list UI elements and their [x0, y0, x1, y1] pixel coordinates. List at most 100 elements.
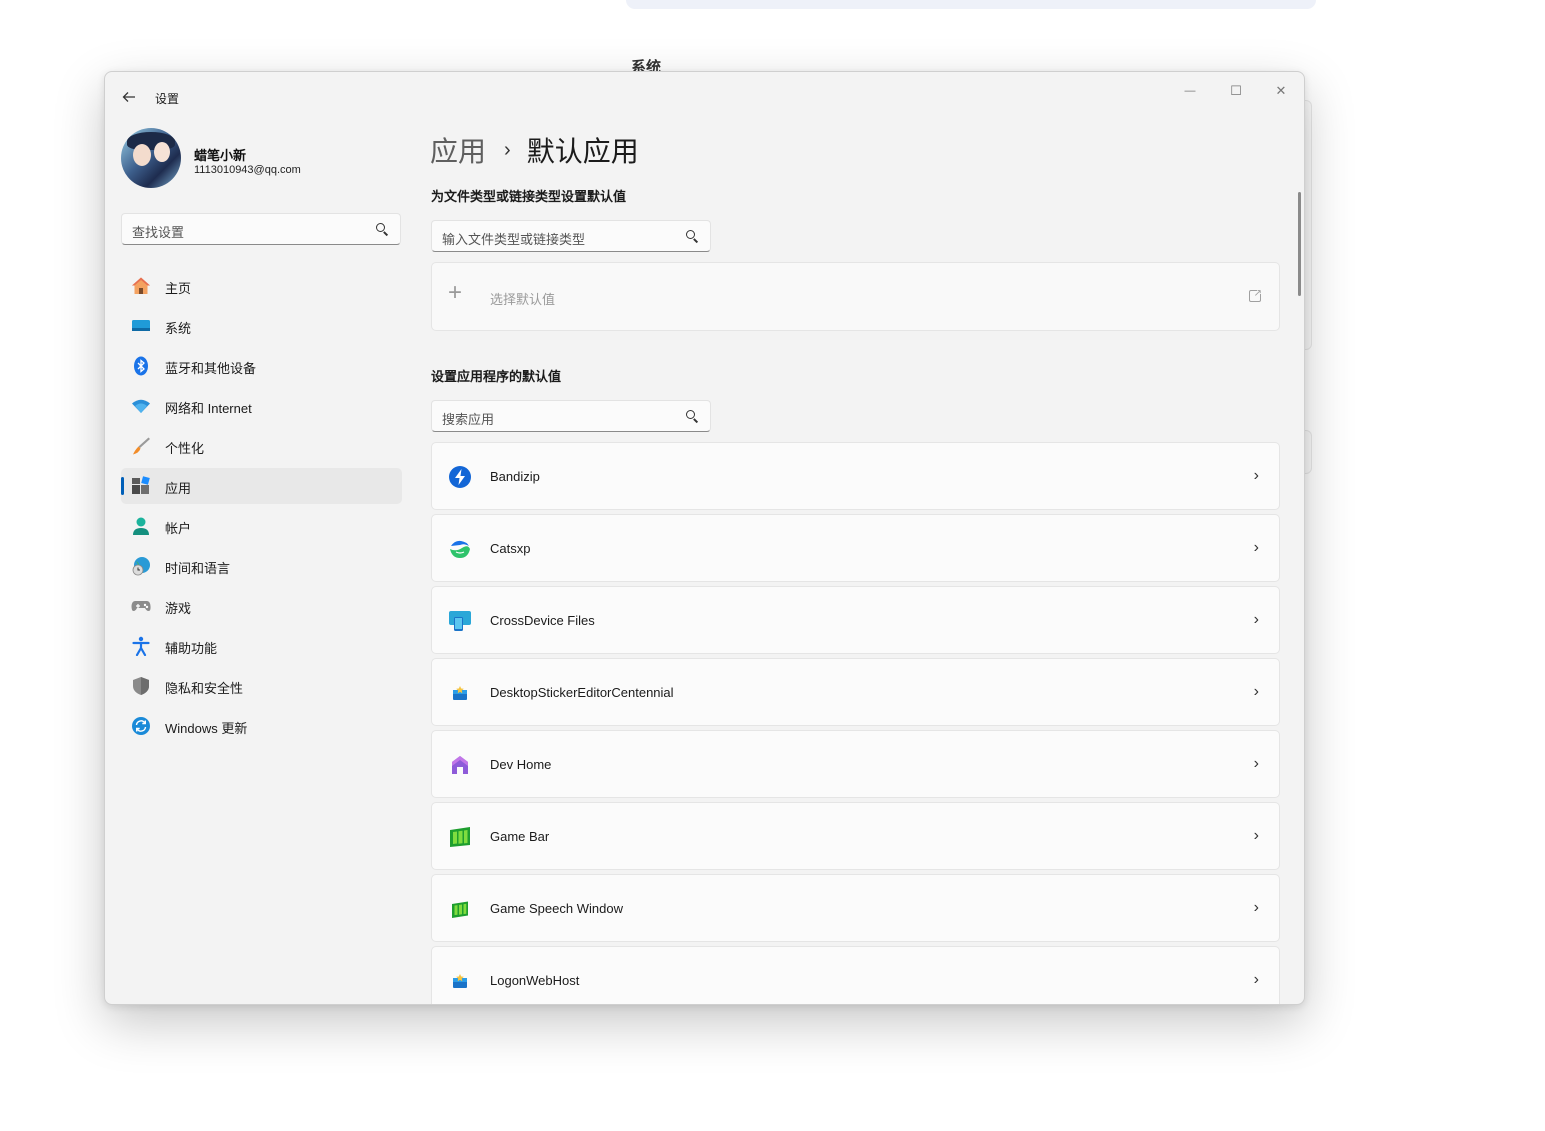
chevron-right-icon: › [1253, 827, 1259, 844]
app-row-crossdevice-files[interactable]: CrossDevice Files › [431, 586, 1280, 654]
sidebar-item-label: 隐私和安全性 [165, 681, 244, 696]
choose-default-label: 选择默认值 [490, 292, 556, 307]
sidebar-item-gaming[interactable]: 游戏 [121, 588, 402, 624]
breadcrumb: 应用 › 默认应用 [430, 130, 639, 170]
content-scrollbar[interactable] [1298, 192, 1301, 296]
sidebar-item-personalization[interactable]: 个性化 [121, 428, 402, 464]
settings-window: 设置 — ☐ ✕ 蜡笔小新 1113010943@qq.com 查找设置 主页 [104, 71, 1305, 1005]
file-type-search-input[interactable]: 输入文件类型或链接类型 [431, 220, 711, 252]
sidebar-item-label: Windows 更新 [165, 721, 248, 736]
globe-clock-icon [132, 557, 150, 576]
sidebar-item-label: 应用 [165, 481, 192, 496]
catsxp-icon [450, 540, 470, 558]
apps-icon [132, 476, 150, 494]
sidebar-item-label: 系统 [165, 321, 192, 336]
sidebar-item-privacy[interactable]: 隐私和安全性 [121, 668, 402, 704]
breadcrumb-parent[interactable]: 应用 [430, 130, 486, 170]
plus-icon: + [448, 279, 463, 306]
app-row-logon-webhost[interactable]: LogonWebHost › [431, 946, 1280, 1004]
sidebar-nav: 主页 系统 蓝牙和其他设备 网络和 Internet 个性化 应用 帐户 时间和… [121, 268, 402, 748]
update-icon [132, 717, 150, 735]
app-name: Catsxp [490, 541, 531, 556]
sidebar-item-accounts[interactable]: 帐户 [121, 508, 402, 544]
app-name: Game Speech Window [490, 901, 623, 916]
logon-webhost-icon [453, 974, 467, 988]
dev-home-icon [452, 756, 468, 774]
sidebar-item-apps[interactable]: 应用 [121, 468, 402, 504]
settings-search-input[interactable]: 查找设置 [121, 213, 401, 245]
user-profile[interactable]: 蜡笔小新 1113010943@qq.com [121, 128, 411, 192]
app-list: Bandizip › Catsxp › CrossDevice Files › [431, 442, 1280, 1004]
back-arrow-icon [122, 92, 135, 102]
brush-icon [133, 437, 150, 455]
app-row-bandizip[interactable]: Bandizip › [431, 442, 1280, 510]
home-icon [132, 277, 150, 294]
crossdevice-icon [449, 611, 471, 631]
back-button[interactable] [117, 86, 141, 108]
maximize-icon: ☐ [1230, 83, 1242, 98]
sidebar-item-label: 帐户 [165, 521, 192, 536]
app-name: CrossDevice Files [490, 613, 595, 628]
game-bar-icon [450, 827, 470, 847]
file-type-section-heading: 为文件类型或链接类型设置默认值 [431, 189, 627, 204]
wifi-icon [132, 399, 150, 413]
chevron-right-icon: › [1253, 971, 1259, 988]
chevron-right-icon: › [1253, 683, 1259, 700]
minimize-icon: — [1184, 85, 1196, 97]
sticker-editor-icon [453, 686, 467, 700]
sidebar-item-network[interactable]: 网络和 Internet [121, 388, 402, 424]
app-name: LogonWebHost [490, 973, 580, 988]
background-window-edge [626, 0, 1316, 9]
app-name: Game Bar [490, 829, 550, 844]
shield-icon [133, 677, 149, 695]
sidebar-item-label: 网络和 Internet [165, 401, 252, 416]
close-button[interactable]: ✕ [1258, 76, 1304, 106]
app-search-input[interactable]: 搜索应用 [431, 400, 711, 432]
chevron-right-icon: › [1253, 611, 1259, 628]
settings-search-placeholder: 查找设置 [132, 225, 185, 240]
sidebar-item-time-language[interactable]: 时间和语言 [121, 548, 402, 584]
maximize-button[interactable]: ☐ [1213, 76, 1259, 106]
app-row-game-bar[interactable]: Game Bar › [431, 802, 1280, 870]
app-row-game-speech-window[interactable]: Game Speech Window › [431, 874, 1280, 942]
app-row-catsxp[interactable]: Catsxp › [431, 514, 1280, 582]
app-row-dev-home[interactable]: Dev Home › [431, 730, 1280, 798]
sidebar-item-label: 主页 [165, 281, 192, 296]
search-icon [685, 229, 699, 243]
accessibility-icon [132, 636, 150, 656]
choose-default-card[interactable]: + 选择默认值 ↗ [431, 262, 1280, 331]
sidebar-item-bluetooth[interactable]: 蓝牙和其他设备 [121, 348, 402, 384]
file-type-search-placeholder: 输入文件类型或链接类型 [442, 232, 586, 247]
account-icon [133, 517, 149, 535]
system-icon [132, 320, 150, 331]
app-name: DesktopStickerEditorCentennial [490, 685, 674, 700]
user-email: 1113010943@qq.com [194, 164, 301, 176]
app-name: Bandizip [490, 469, 540, 484]
search-icon [685, 409, 699, 423]
search-icon [375, 222, 389, 236]
apps-section-heading: 设置应用程序的默认值 [431, 369, 562, 384]
game-speech-icon [452, 901, 468, 918]
sidebar-item-label: 蓝牙和其他设备 [165, 361, 257, 376]
sidebar-item-label: 时间和语言 [165, 561, 231, 576]
sidebar-item-label: 辅助功能 [165, 641, 218, 656]
app-search-placeholder: 搜索应用 [442, 412, 495, 427]
sidebar-item-label: 游戏 [165, 601, 192, 616]
app-name: Dev Home [490, 757, 552, 772]
sidebar-item-home[interactable]: 主页 [121, 268, 402, 304]
chevron-right-icon: › [1253, 539, 1259, 556]
sidebar-item-system[interactable]: 系统 [121, 308, 402, 344]
app-row-desktop-sticker-editor[interactable]: DesktopStickerEditorCentennial › [431, 658, 1280, 726]
sidebar-item-windows-update[interactable]: Windows 更新 [121, 708, 402, 744]
avatar [121, 128, 181, 188]
chevron-right-icon: › [1253, 899, 1259, 916]
sidebar-item-accessibility[interactable]: 辅助功能 [121, 628, 402, 664]
minimize-button[interactable]: — [1167, 76, 1213, 106]
chevron-right-icon: › [1253, 755, 1259, 772]
bandizip-icon [449, 466, 471, 488]
breadcrumb-separator-icon: › [504, 138, 511, 161]
bluetooth-icon [134, 356, 148, 376]
chevron-right-icon: › [1253, 467, 1259, 484]
close-icon: ✕ [1275, 83, 1287, 98]
gamepad-icon [131, 601, 151, 611]
